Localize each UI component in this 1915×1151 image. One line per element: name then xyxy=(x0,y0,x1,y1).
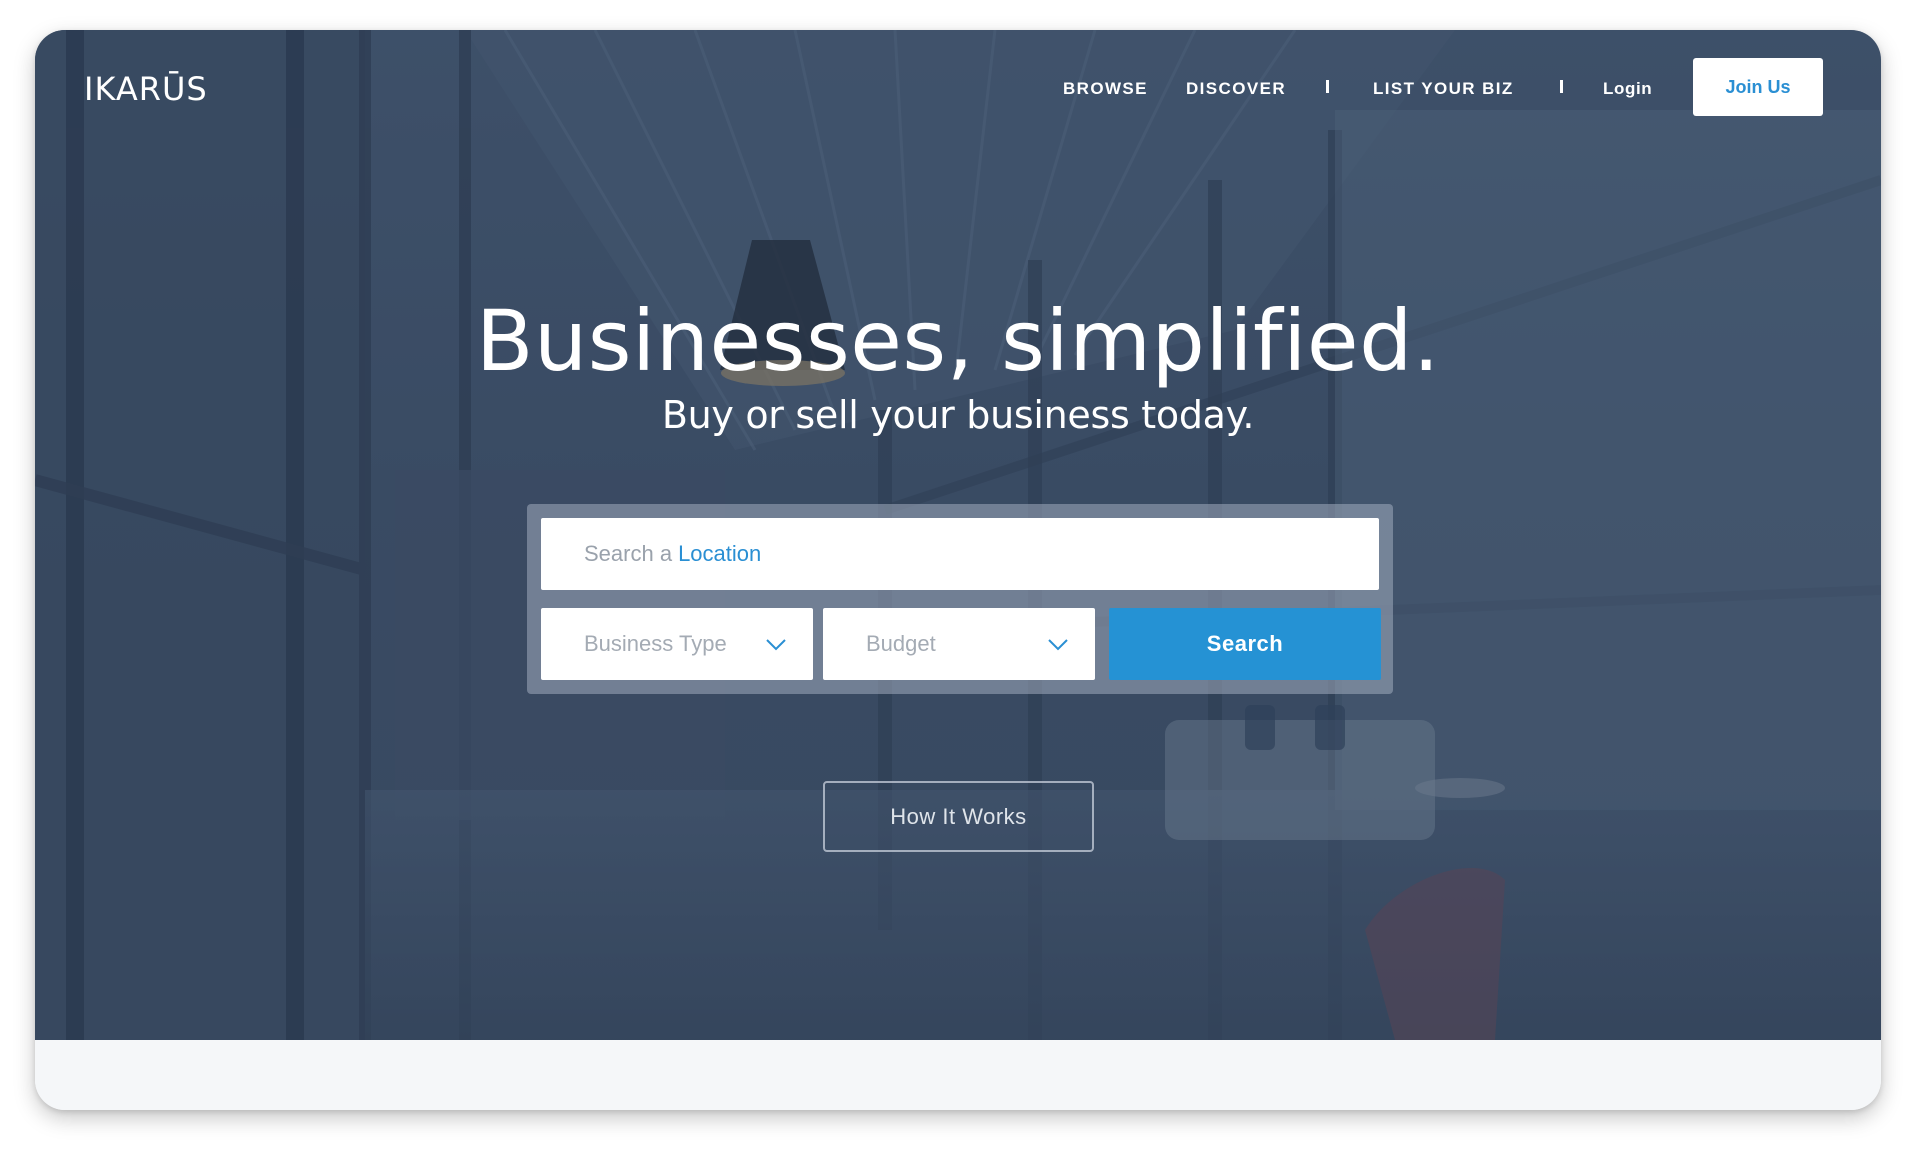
location-placeholder-prefix: Search a xyxy=(584,541,673,566)
browser-frame: IKARŪS BROWSE DISCOVER LIST YOUR BIZ Log… xyxy=(35,30,1881,1110)
search-panel: Search a Location Business Type Budget S… xyxy=(527,504,1393,694)
chevron-down-icon xyxy=(1048,639,1068,651)
budget-placeholder: Budget xyxy=(866,631,936,656)
hero-section: IKARŪS BROWSE DISCOVER LIST YOUR BIZ Log… xyxy=(35,30,1881,1040)
budget-select[interactable]: Budget xyxy=(823,608,1095,680)
join-us-button[interactable]: Join Us xyxy=(1693,58,1823,116)
ikarus-logo[interactable]: IKARŪS xyxy=(84,70,208,108)
nav-list-your-biz[interactable]: LIST YOUR BIZ xyxy=(1373,79,1514,99)
nav-separator xyxy=(1326,80,1329,93)
hero-headline: Businesses, simplified. xyxy=(475,292,1441,390)
nav-discover[interactable]: DISCOVER xyxy=(1186,79,1286,99)
business-type-select[interactable]: Business Type xyxy=(541,608,813,680)
location-placeholder-accent: Location xyxy=(678,541,762,566)
login-link[interactable]: Login xyxy=(1603,79,1652,99)
chevron-down-icon xyxy=(766,639,786,651)
page-bottom-strip xyxy=(35,1040,1881,1110)
nav-separator xyxy=(1560,80,1563,93)
hero-subheadline: Buy or sell your business today. xyxy=(661,393,1255,437)
how-it-works-button[interactable]: How It Works xyxy=(823,781,1094,852)
nav-browse[interactable]: BROWSE xyxy=(1063,79,1148,99)
location-search-input[interactable]: Search a Location xyxy=(541,518,1379,590)
business-type-placeholder: Business Type xyxy=(584,631,727,656)
search-button[interactable]: Search xyxy=(1109,608,1381,680)
